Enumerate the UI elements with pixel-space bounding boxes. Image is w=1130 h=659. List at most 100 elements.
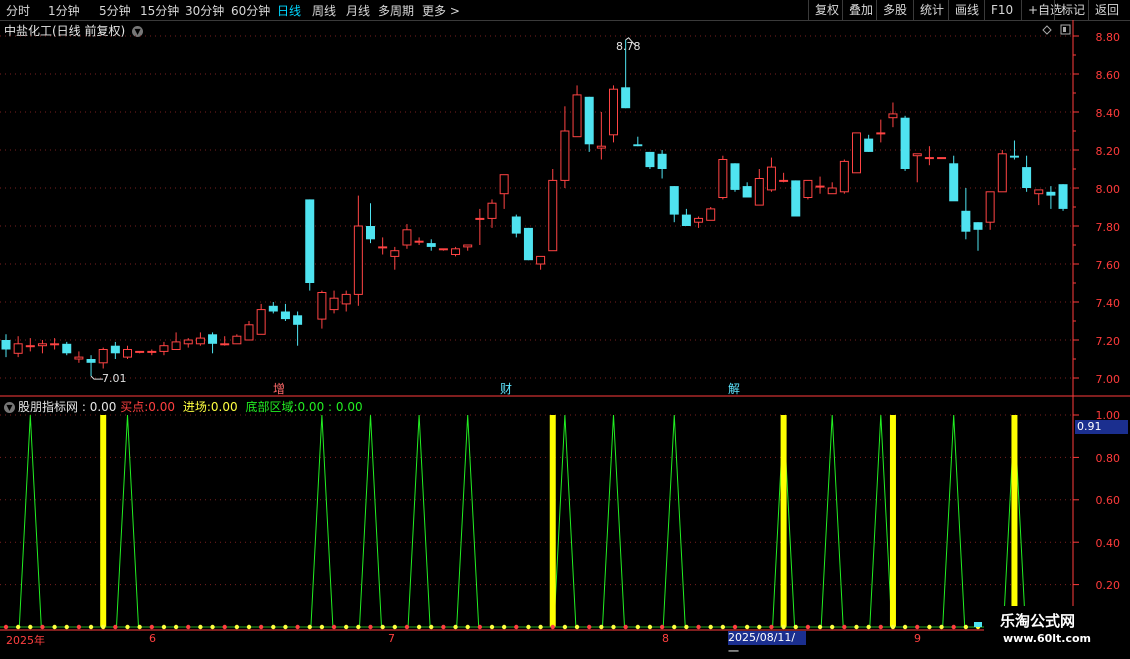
baseline-dot bbox=[842, 624, 847, 630]
entry-signal-bar bbox=[100, 415, 107, 627]
candle-body-up bbox=[766, 166, 776, 191]
bottom-zone-spike bbox=[602, 414, 625, 628]
bottom-zone-spike bbox=[310, 414, 334, 628]
baseline-dot bbox=[210, 624, 215, 630]
candle-body-up bbox=[487, 202, 497, 219]
bottom-zone-spike bbox=[116, 414, 139, 628]
candle-body-up bbox=[402, 229, 412, 246]
candle-body-up bbox=[414, 240, 424, 243]
candle-body-down bbox=[730, 163, 740, 190]
candle-body-up bbox=[827, 187, 837, 195]
bottom-zone-spike bbox=[820, 414, 844, 628]
baseline-dot bbox=[708, 624, 713, 630]
chevron-down-icon[interactable]: ▼ bbox=[4, 402, 15, 413]
date-label: 6 bbox=[149, 632, 156, 645]
candle-body-up bbox=[438, 248, 448, 251]
candle-body-down bbox=[900, 117, 910, 169]
current-indicator-value: 0.91 bbox=[1075, 420, 1128, 434]
baseline-dot bbox=[915, 624, 920, 630]
baseline-dot bbox=[732, 624, 738, 630]
baseline-dot bbox=[866, 624, 871, 630]
bottom-zone-spike bbox=[662, 414, 686, 628]
selected-date: 2025/08/11/一 bbox=[728, 631, 806, 658]
candle-body-down bbox=[645, 151, 655, 168]
candlestick-chart[interactable]: 8.78 7.01 bbox=[0, 0, 1130, 650]
candle-body-up bbox=[378, 246, 388, 249]
candle-body-down bbox=[426, 243, 436, 247]
baseline-dot bbox=[817, 624, 823, 630]
baseline-dot bbox=[392, 624, 397, 630]
bottom-zone-value: 0.00 bbox=[297, 400, 325, 414]
candle-body-up bbox=[329, 297, 339, 311]
candle-body-up bbox=[183, 339, 193, 345]
candle-body-up bbox=[609, 88, 618, 136]
entry-value: 0.00 bbox=[210, 400, 238, 414]
candle-body-up bbox=[706, 208, 716, 221]
indicator-tick: 0.40 bbox=[1095, 537, 1121, 550]
candle-body-up bbox=[1034, 189, 1044, 195]
candle-body-up bbox=[256, 309, 266, 335]
buy-value: 0.00 bbox=[148, 400, 176, 414]
candle-body-up bbox=[803, 179, 813, 198]
baseline-dot bbox=[489, 624, 495, 630]
baseline-dot bbox=[890, 624, 896, 630]
candle-body-down bbox=[1022, 167, 1032, 188]
indicator-value: : 0.00 bbox=[81, 400, 117, 414]
baseline-dot bbox=[854, 624, 859, 630]
baseline-dot bbox=[830, 624, 835, 630]
baseline-dot bbox=[186, 624, 191, 630]
entry-signal-bar bbox=[889, 415, 896, 627]
baseline-dot bbox=[441, 624, 446, 630]
candle-body-up bbox=[74, 356, 84, 360]
candle-body-down bbox=[305, 199, 315, 283]
candle-body-up bbox=[135, 350, 145, 353]
baseline-dot bbox=[611, 624, 616, 630]
candle-body-down bbox=[523, 227, 533, 261]
baseline-dot bbox=[951, 624, 956, 630]
candle-body-up bbox=[876, 132, 886, 135]
candle-body-up bbox=[98, 349, 108, 364]
baseline-dot bbox=[769, 624, 774, 630]
date-label: 9 bbox=[914, 632, 921, 645]
buy-label: 买点: bbox=[120, 400, 149, 414]
bottom-zone-spike bbox=[18, 414, 42, 628]
candle-body-up bbox=[451, 248, 461, 256]
candle-body-down bbox=[110, 345, 120, 354]
date-label: 8 bbox=[662, 632, 669, 645]
indicator-small-bar bbox=[974, 622, 982, 627]
candle-body-down bbox=[366, 226, 375, 240]
baseline-dot bbox=[380, 624, 385, 630]
candle-body-up bbox=[572, 94, 582, 138]
baseline-dot bbox=[64, 624, 69, 630]
baseline-dot bbox=[125, 624, 130, 630]
baseline-dot bbox=[574, 624, 580, 630]
candle-body-up bbox=[147, 350, 157, 353]
baseline-dot bbox=[805, 624, 811, 630]
indicator-title-bar: ▼ 股朋指标网 : 0.00 买点:0.00 进场:0.00 底部区域:0.00 … bbox=[4, 398, 363, 415]
candle-body-up bbox=[25, 345, 35, 348]
candle-body-up bbox=[195, 337, 205, 345]
baseline-dot bbox=[550, 624, 555, 630]
candle-body-up bbox=[244, 324, 254, 341]
candle-body-up bbox=[232, 335, 242, 345]
entry-label: 进场: bbox=[182, 400, 211, 414]
bottom-zone-spike bbox=[869, 414, 893, 628]
high-price-label: 8.78 bbox=[616, 40, 641, 53]
bottom-zone-spike bbox=[407, 414, 431, 628]
candle-body-up bbox=[37, 343, 47, 347]
bottom-zone-spike bbox=[942, 414, 966, 628]
baseline-dot bbox=[902, 624, 908, 630]
baseline-dot bbox=[501, 624, 507, 630]
baseline-dot bbox=[234, 624, 240, 630]
candle-body-down bbox=[681, 214, 691, 226]
candle-body-up bbox=[475, 217, 485, 220]
candle-body-down bbox=[1058, 184, 1068, 209]
date-label: 2025年 bbox=[6, 634, 45, 647]
baseline-dot bbox=[258, 624, 264, 630]
candle-body-up bbox=[341, 293, 351, 305]
baseline-dot bbox=[465, 624, 470, 630]
candle-body-up bbox=[123, 349, 132, 358]
baseline-dot bbox=[137, 624, 142, 630]
baseline-dot bbox=[113, 624, 118, 630]
baseline-dot bbox=[878, 624, 883, 630]
